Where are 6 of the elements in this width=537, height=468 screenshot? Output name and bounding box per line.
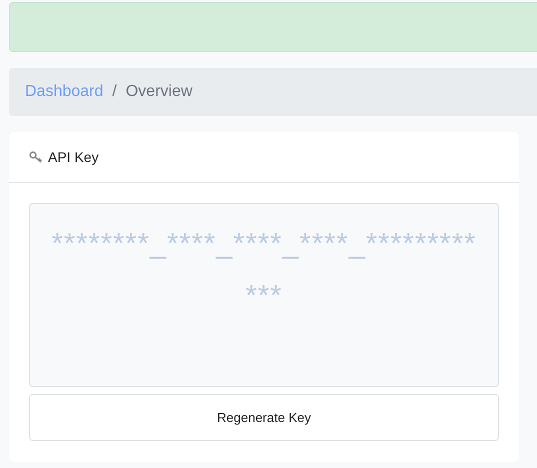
breadcrumb-current: Overview [126,83,192,101]
breadcrumb-separator: / [112,83,117,101]
regenerate-key-button[interactable]: Regenerate Key [29,394,499,441]
key-icon [29,151,43,163]
card-title: API Key [48,149,99,165]
api-key-display: ********_****_****_****_************ [29,203,499,387]
